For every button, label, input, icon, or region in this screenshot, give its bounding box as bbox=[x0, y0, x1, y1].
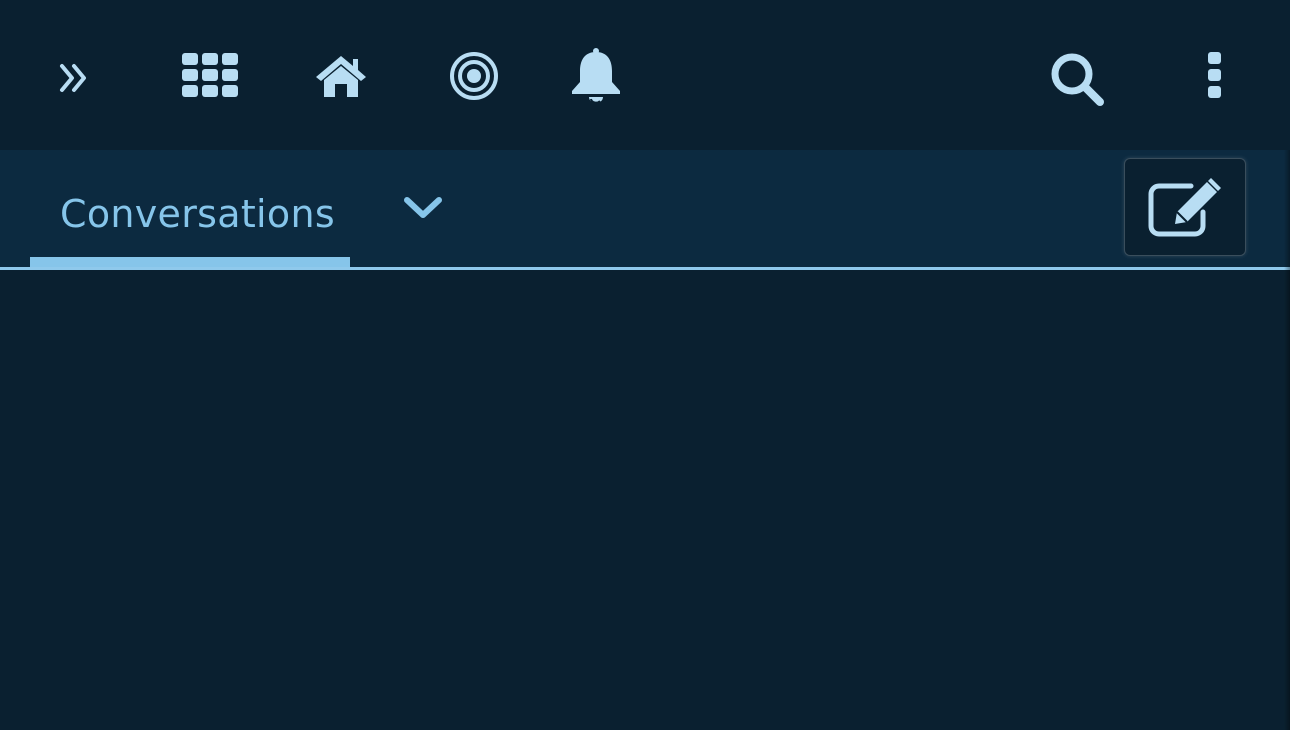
chevron-down-icon bbox=[403, 196, 442, 218]
target-icon bbox=[450, 52, 498, 100]
expand-sidebar-button[interactable] bbox=[48, 52, 100, 104]
search-icon bbox=[1051, 53, 1104, 106]
edit-icon bbox=[1148, 178, 1221, 237]
double-chevron-right-icon bbox=[60, 64, 86, 92]
app-root: Conversations bbox=[0, 0, 1290, 730]
home-icon bbox=[316, 56, 366, 97]
compose-button[interactable] bbox=[1124, 158, 1246, 256]
tab-conversations-label: Conversations bbox=[60, 192, 335, 236]
active-tab-indicator bbox=[30, 257, 350, 267]
top-toolbar bbox=[0, 0, 1290, 150]
search-button[interactable] bbox=[1048, 50, 1106, 108]
grid-icon bbox=[182, 53, 238, 97]
panel-edge-shadow bbox=[1284, 150, 1290, 730]
vertical-ellipsis-icon bbox=[1208, 52, 1221, 98]
activity-button[interactable] bbox=[448, 50, 500, 102]
bell-icon bbox=[572, 48, 620, 104]
conversations-list-area bbox=[0, 270, 1290, 730]
notifications-button[interactable] bbox=[568, 46, 624, 104]
conversations-dropdown-button[interactable] bbox=[395, 185, 450, 230]
home-button[interactable] bbox=[313, 52, 369, 100]
more-options-button[interactable] bbox=[1200, 50, 1230, 100]
tab-conversations[interactable]: Conversations bbox=[30, 150, 350, 267]
apps-button[interactable] bbox=[180, 50, 240, 100]
